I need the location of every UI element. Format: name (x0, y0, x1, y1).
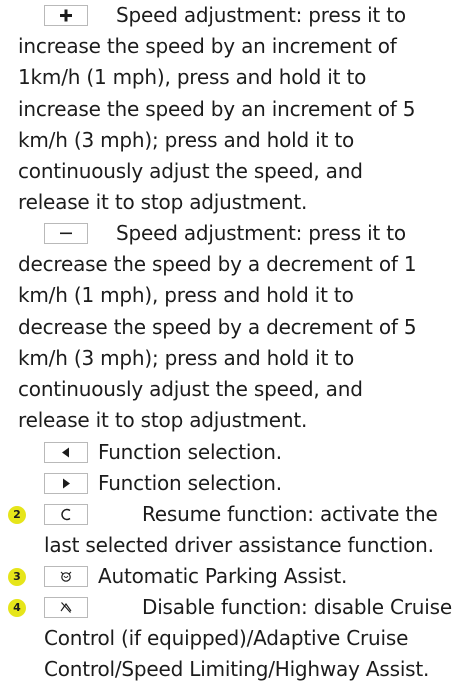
arrow-left-icon (44, 442, 88, 463)
entry-text: Automatic Parking Assist. (98, 564, 348, 588)
arrow-right-icon (44, 473, 88, 494)
entry-text: Function selection. (98, 471, 282, 495)
entry-text: Disable function: disable Cruise Control… (44, 595, 452, 682)
entry-text: Speed adjustment: press it to decrease t… (18, 221, 417, 433)
callout-badge: 3 (8, 568, 26, 586)
parking-assist-icon (44, 566, 88, 587)
entry-text: Resume function: activate the last selec… (44, 502, 438, 558)
entry-text: Speed adjustment: press it to increase t… (18, 3, 416, 215)
entry-text: Function selection. (98, 440, 282, 464)
